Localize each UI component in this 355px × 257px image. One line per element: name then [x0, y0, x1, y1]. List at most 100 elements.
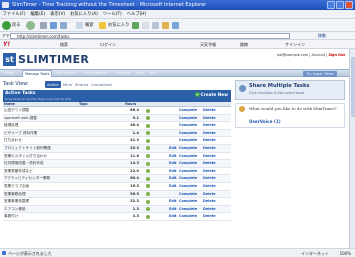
folder-icon[interactable]	[162, 22, 169, 29]
clock-icon[interactable]	[146, 161, 150, 166]
edit-link[interactable]: Edit	[169, 198, 177, 205]
delete-link[interactable]: Delete	[203, 115, 216, 122]
complete-link[interactable]: Complete	[179, 153, 197, 160]
toolbar-link-1[interactable]: ログイン	[100, 40, 116, 49]
toolbar-search-link[interactable]: 検索	[60, 40, 68, 49]
tab-completed[interactable]: Completed	[89, 81, 114, 88]
clock-icon[interactable]	[146, 184, 150, 189]
task-name[interactable]: エアコン移設	[4, 206, 26, 213]
task-name[interactable]: 山田ホワイ調整	[4, 107, 29, 114]
table-row[interactable]: 山田ホワイ調整 86.4 Complete Delete	[3, 107, 231, 115]
delete-link[interactable]: Delete	[203, 168, 216, 175]
clock-icon[interactable]	[146, 214, 150, 219]
menu-file[interactable]: ファイル(F)	[0, 10, 28, 19]
complete-link[interactable]: Complete	[179, 206, 197, 213]
close-button[interactable]	[345, 1, 353, 9]
task-name[interactable]: ビザリーブ 資料作業	[4, 130, 37, 137]
mail-icon[interactable]	[142, 22, 149, 29]
complete-link[interactable]: Complete	[179, 145, 197, 152]
nav-home[interactable]: Home	[4, 70, 14, 77]
complete-link[interactable]: Complete	[179, 160, 197, 167]
table-row[interactable]: ビザリーブ 資料作業 1.4 Complete Delete	[3, 129, 231, 138]
page-scrollbar[interactable]	[349, 49, 355, 248]
table-row[interactable]: 営業書類作成など 22.0 Edit Complete Delete	[3, 168, 231, 176]
menu-tools[interactable]: ツール(T)	[100, 10, 124, 19]
table-row[interactable]: エアコン移設 1.3 Edit Complete Delete	[3, 205, 231, 214]
edit-link[interactable]: Edit	[169, 145, 177, 152]
nav-help[interactable]: Help	[136, 70, 144, 77]
menu-view[interactable]: 表示(V)	[48, 10, 68, 19]
nav-settings[interactable]: Settings	[116, 70, 130, 77]
delete-link[interactable]: Delete	[203, 183, 216, 190]
search-label[interactable]: 検索	[85, 19, 94, 32]
edit-link[interactable]: Edit	[169, 160, 177, 167]
delete-link[interactable]: Delete	[203, 145, 216, 152]
search-icon[interactable]	[76, 22, 83, 29]
task-name[interactable]: アクティビティセンター業務	[4, 175, 50, 182]
edit-link[interactable]: Edit	[169, 183, 177, 190]
table-row[interactable]: 営業事業体整理 32.3 Edit Complete Delete	[3, 198, 231, 206]
table-row[interactable]: 営業事務処理 56.5 Complete Delete	[3, 190, 231, 199]
table-row[interactable]: プロジェクトサイト制作関連 35.3 Edit Complete Delete	[3, 144, 231, 153]
table-row[interactable]: 営業クラブ企画 16.3 Edit Complete Delete	[3, 183, 231, 191]
edit-link[interactable]: Edit	[169, 206, 177, 213]
table-row[interactable]: sportsoft web 調整 9.1 Complete Delete	[3, 114, 231, 123]
nav-view-reports[interactable]: View Reports	[84, 70, 107, 77]
tab-active[interactable]: Active	[45, 81, 61, 88]
forward-icon[interactable]	[26, 21, 35, 30]
clock-icon[interactable]	[146, 154, 150, 159]
complete-link[interactable]: Complete	[179, 130, 197, 137]
history-icon[interactable]	[132, 22, 139, 29]
complete-link[interactable]: Complete	[179, 183, 197, 190]
complete-link[interactable]: Complete	[179, 198, 197, 205]
toolbar-link-2[interactable]: 天気予報	[200, 40, 216, 49]
home-icon[interactable]	[60, 22, 67, 29]
complete-link[interactable]: Complete	[179, 137, 197, 144]
table-row[interactable]: 経理処理 46.4 Complete Delete	[3, 122, 231, 130]
tab-shared[interactable]: Shared	[73, 81, 90, 88]
refresh-icon[interactable]	[50, 22, 57, 29]
complete-link[interactable]: Complete	[179, 115, 197, 122]
toolbar-link-4[interactable]: サインイン	[285, 40, 305, 49]
edit-link[interactable]: Edit	[169, 153, 177, 160]
delete-link[interactable]: Delete	[203, 130, 216, 137]
address-input[interactable]: http://slimtimer.com/tasks	[10, 33, 290, 39]
nav-api[interactable]: API	[150, 70, 156, 77]
clock-icon[interactable]	[146, 146, 150, 151]
complete-link[interactable]: Complete	[179, 122, 197, 129]
clock-icon[interactable]	[146, 108, 150, 113]
clock-icon[interactable]	[146, 123, 150, 128]
yahoo-logo-icon[interactable]: Y!	[3, 40, 10, 49]
menu-edit[interactable]: 編集(E)	[28, 10, 48, 19]
clock-icon[interactable]	[146, 176, 150, 181]
maximize-button[interactable]	[336, 1, 344, 9]
scrollbar-thumb[interactable]	[351, 57, 355, 117]
table-row[interactable]: 打ち合わせ 41.3 Complete Delete	[3, 137, 231, 145]
sign-out-link[interactable]: Sign Out	[328, 53, 345, 57]
clock-icon[interactable]	[146, 192, 150, 197]
trial-button[interactable]: Try Super Timer	[303, 70, 337, 77]
menu-help[interactable]: ヘルプ(H)	[124, 10, 148, 19]
stop-icon[interactable]	[40, 22, 47, 29]
task-name[interactable]: 営業のスタイル打ち合わせ	[4, 153, 47, 160]
menu-favorites[interactable]: お気に入り(A)	[68, 10, 101, 19]
table-row[interactable]: アクティビティセンター業務 66.4 Edit Complete Delete	[3, 175, 231, 183]
delete-link[interactable]: Delete	[203, 107, 216, 114]
favorites-label[interactable]: お気に入り	[108, 19, 129, 32]
delete-link[interactable]: Delete	[203, 191, 216, 198]
delete-link[interactable]: Delete	[203, 153, 216, 160]
uservoice-link[interactable]: UserVoice (1)	[249, 119, 281, 124]
account-link[interactable]: Account	[311, 53, 325, 57]
task-name[interactable]: 営業事務処理	[4, 191, 26, 198]
delete-link[interactable]: Delete	[203, 137, 216, 144]
minimize-button[interactable]	[327, 1, 335, 9]
complete-link[interactable]: Complete	[179, 191, 197, 198]
task-name[interactable]: 経理処理	[4, 122, 18, 129]
back-icon[interactable]	[2, 21, 11, 30]
edit-link[interactable]: Edit	[169, 168, 177, 175]
zoom-level[interactable]: 100%	[340, 249, 351, 257]
print-icon[interactable]	[152, 22, 159, 29]
go-button[interactable]: 移動	[318, 32, 326, 40]
delete-link[interactable]: Delete	[203, 160, 216, 167]
clock-icon[interactable]	[146, 207, 150, 212]
